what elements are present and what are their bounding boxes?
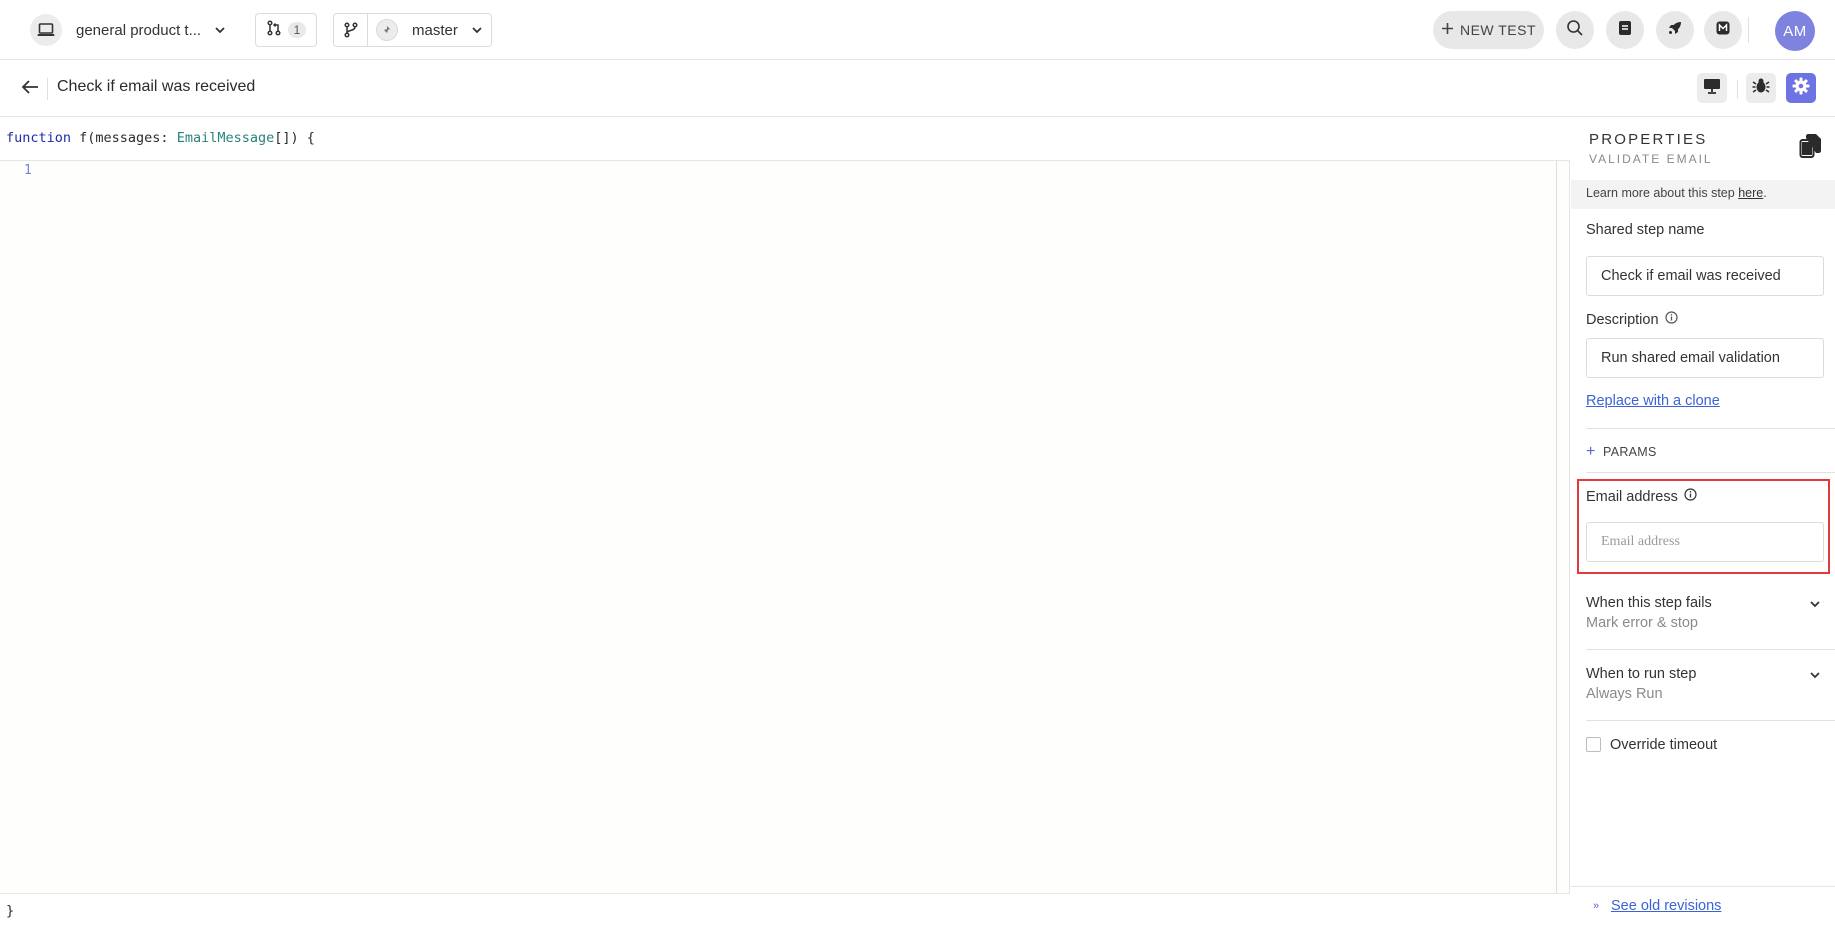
user-avatar[interactable]: AM (1775, 11, 1815, 51)
settings-button[interactable] (1786, 73, 1816, 103)
shared-step-name-label: Shared step name (1586, 222, 1705, 238)
deploy-button[interactable] (1656, 11, 1694, 49)
branch-icon (334, 14, 368, 46)
branch-name: master (412, 21, 458, 39)
when-to-run-value: Always Run (1586, 686, 1663, 702)
divider (1586, 649, 1835, 650)
override-timeout-checkbox[interactable] (1586, 737, 1601, 752)
function-name: f(messages: (71, 130, 177, 146)
new-test-button[interactable]: NEW TEST (1433, 11, 1544, 49)
bug-icon (1752, 77, 1770, 99)
see-old-revisions-link[interactable]: See old revisions (1611, 898, 1721, 914)
debug-button[interactable] (1746, 73, 1776, 103)
mailbox-button[interactable] (1704, 11, 1742, 49)
step-fails-heading[interactable]: When this step fails (1586, 595, 1712, 611)
arrow-left-icon (21, 79, 39, 99)
plus-icon (1441, 22, 1454, 38)
override-timeout-label[interactable]: Override timeout (1610, 737, 1717, 753)
laptop-icon (30, 14, 62, 46)
function-keyword: function (6, 130, 72, 146)
chevron-down-icon (213, 23, 227, 37)
learn-more-banner: Learn more about this step here. (1571, 180, 1835, 209)
copy-icon (1799, 133, 1823, 163)
divider (1571, 886, 1835, 887)
title-bar: Check if email was received (0, 60, 1835, 117)
panel-subtitle: VALIDATE EMAIL (1589, 152, 1713, 166)
line-number: 1 (24, 163, 32, 178)
pin-icon (376, 19, 398, 41)
top-bar: general product t... 1 master NEW TEST A… (0, 0, 1835, 60)
chevron-down-icon (470, 23, 484, 37)
title-toolbar-divider (1737, 80, 1738, 98)
info-icon[interactable] (1684, 488, 1697, 505)
learn-more-suffix: . (1763, 186, 1767, 200)
pull-requests-button[interactable]: 1 (255, 13, 317, 47)
pull-request-count: 1 (287, 22, 307, 38)
divider (1586, 472, 1835, 473)
mailbox-icon (1715, 20, 1731, 40)
chevron-down-icon[interactable] (1807, 596, 1823, 612)
shared-step-name-label-text: Shared step name (1586, 222, 1705, 238)
function-closing-brace: } (0, 893, 1570, 928)
properties-panel: PROPERTIES VALIDATE EMAIL Learn more abo… (1571, 118, 1835, 928)
email-address-label-text: Email address (1586, 488, 1678, 505)
function-signature-rest: []) { (274, 130, 315, 146)
divider (1586, 428, 1835, 429)
double-chevron-right-icon: » (1592, 900, 1600, 912)
divider (1586, 720, 1835, 721)
title-divider (47, 78, 48, 100)
learn-more-text: Learn more about this step (1586, 186, 1739, 200)
back-button[interactable] (18, 77, 42, 101)
project-name: general product t... (76, 21, 202, 39)
chevron-down-icon[interactable] (1807, 667, 1823, 683)
learn-more-link[interactable]: here (1738, 186, 1763, 200)
screen-preview-button[interactable] (1697, 73, 1727, 103)
new-test-label: NEW TEST (1459, 22, 1537, 38)
function-param-type: EmailMessage (176, 130, 275, 146)
params-toggle[interactable]: + PARAMS (1586, 443, 1657, 461)
description-label: Description (1586, 311, 1678, 328)
description-label-text: Description (1586, 311, 1659, 328)
step-fails-value: Mark error & stop (1586, 615, 1698, 631)
function-signature: function f(messages: EmailMessage[]) { (0, 118, 1570, 161)
params-label: PARAMS (1603, 445, 1657, 459)
plus-icon: + (1586, 443, 1596, 460)
email-address-input[interactable] (1586, 522, 1824, 562)
toolbar-divider (1748, 17, 1749, 43)
docs-icon (1617, 20, 1633, 40)
editor-scrollbar[interactable] (1556, 161, 1557, 893)
search-button[interactable] (1556, 11, 1594, 49)
description-field[interactable]: Run shared email validation (1586, 338, 1824, 378)
code-editor[interactable]: function f(messages: EmailMessage[]) { 1… (0, 118, 1570, 928)
search-icon (1566, 19, 1584, 41)
replace-with-clone-link[interactable]: Replace with a clone (1586, 393, 1720, 409)
monitor-icon (1703, 78, 1721, 98)
page-title: Check if email was received (57, 78, 256, 95)
project-selector[interactable]: general product t... (30, 14, 227, 46)
gear-icon (1792, 77, 1810, 99)
pull-request-icon (266, 20, 282, 40)
shared-step-name-field[interactable]: Check if email was received (1586, 256, 1824, 296)
rocket-icon (1667, 20, 1683, 40)
old-revisions[interactable]: » See old revisions (1589, 898, 1721, 914)
panel-title: PROPERTIES (1589, 131, 1708, 148)
when-to-run-heading[interactable]: When to run step (1586, 666, 1696, 682)
info-icon[interactable] (1664, 311, 1678, 328)
email-address-label: Email address (1586, 488, 1697, 505)
copy-button[interactable] (1798, 134, 1824, 162)
docs-button[interactable] (1606, 11, 1644, 49)
branch-selector[interactable]: master (333, 13, 492, 47)
